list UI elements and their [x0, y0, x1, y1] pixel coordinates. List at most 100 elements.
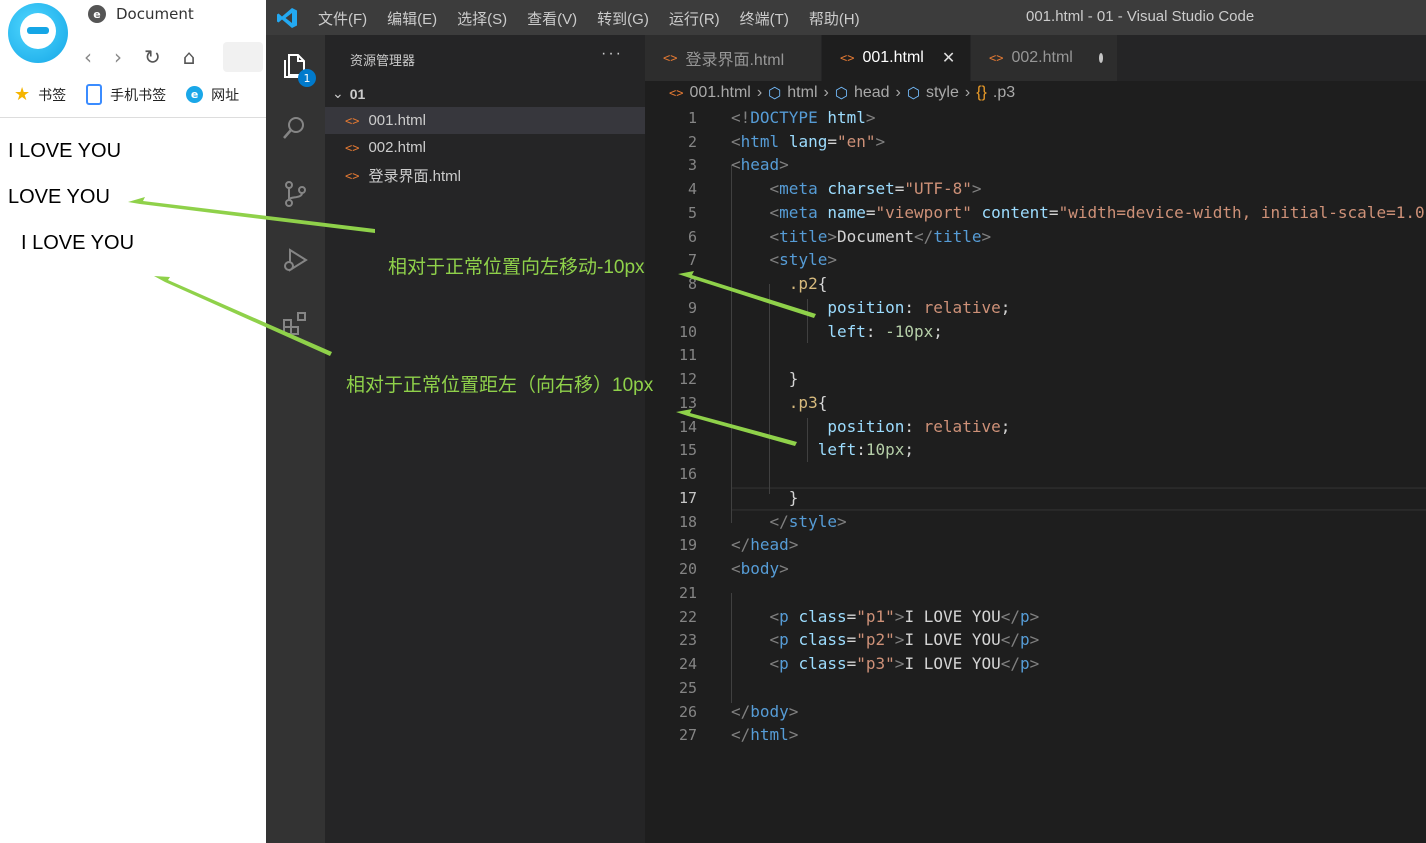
bookmark-label: 网址 — [211, 87, 240, 104]
paragraph-p2: LOVE YOU — [8, 186, 110, 208]
unsaved-dot-icon[interactable] — [1098, 53, 1103, 63]
bookmark-item[interactable]: e 网址 — [186, 85, 239, 105]
line-number: 11 — [678, 346, 697, 364]
menu-bar: 文件(F) 编辑(E) 选择(S) 查看(V) 转到(G) 运行(R) 终端(T… — [318, 8, 860, 29]
line-number: 4 — [687, 180, 697, 198]
browser-window: e Document ‹ › ↻ ⌂ ★ 书签 手机书签 e 网址 I LOVE… — [0, 0, 266, 843]
line-number: 5 — [687, 204, 697, 222]
menu-run[interactable]: 运行(R) — [669, 8, 720, 29]
source-control-icon[interactable] — [278, 177, 312, 211]
phone-icon — [86, 84, 103, 105]
paragraph-p3: I LOVE YOU — [21, 232, 135, 254]
menu-edit[interactable]: 编辑(E) — [387, 8, 437, 29]
line-number: 19 — [678, 536, 697, 554]
bookmark-label: 书签 — [38, 87, 67, 104]
chevron-right-icon: › — [756, 84, 763, 101]
explorer-icon[interactable]: 1 — [278, 49, 316, 87]
close-icon[interactable]: ✕ — [942, 48, 955, 68]
cube-icon: ⬡ — [834, 85, 848, 102]
file-item-002[interactable]: <> 002.html — [325, 134, 645, 161]
file-label: 002.html — [368, 139, 426, 156]
folder-label: 01 — [349, 85, 366, 102]
bookmarks-bar: ★ 书签 手机书签 e 网址 — [14, 84, 239, 105]
star-icon: ★ — [14, 84, 31, 105]
chevron-right-icon: › — [823, 84, 829, 101]
line-number: 8 — [687, 275, 697, 293]
tab-label: 001.html — [862, 49, 924, 66]
line-number: 26 — [678, 703, 697, 721]
breadcrumb-item[interactable]: .p3 — [993, 84, 1015, 102]
line-number: 10 — [678, 323, 697, 341]
activity-bar: 1 — [266, 35, 325, 843]
breadcrumb-item[interactable]: style — [926, 84, 959, 102]
line-number: 18 — [678, 513, 697, 531]
tab-001[interactable]: <> 001.html ✕ — [822, 35, 971, 81]
browser-tab-title: Document — [116, 5, 194, 23]
breadcrumb-item[interactable]: 001.html — [689, 84, 750, 102]
bookmark-item[interactable]: ★ 书签 — [14, 84, 66, 105]
tab-login[interactable]: <> 登录界面.html — [645, 35, 822, 81]
reload-icon[interactable]: ↻ — [144, 45, 161, 69]
browser-nav: ‹ › ↻ ⌂ — [84, 42, 264, 72]
file-item-login[interactable]: <> 登录界面.html — [325, 162, 645, 189]
menu-terminal[interactable]: 终端(T) — [740, 8, 789, 29]
line-number: 23 — [678, 631, 697, 649]
file-item-001[interactable]: <> 001.html — [325, 107, 645, 134]
breadcrumb-item[interactable]: html — [787, 84, 817, 102]
line-number: 1 — [687, 109, 697, 127]
browser-logo-icon — [8, 3, 68, 63]
divider — [0, 117, 266, 118]
menu-view[interactable]: 查看(V) — [527, 8, 577, 29]
file-label: 001.html — [368, 112, 426, 129]
html-file-icon: <> — [345, 168, 360, 183]
line-number: 2 — [687, 133, 697, 151]
address-bar[interactable] — [223, 42, 264, 72]
selector-icon: {} — [976, 84, 987, 101]
annotation-p2: 相对于正常位置向左移动-10px — [388, 257, 645, 278]
back-icon[interactable]: ‹ — [84, 45, 92, 69]
line-number: 21 — [678, 584, 697, 602]
line-number: 15 — [678, 441, 697, 459]
browser-tab[interactable]: e Document — [88, 4, 194, 24]
line-number: 16 — [678, 465, 697, 483]
folder-01[interactable]: ⌄ 01 — [332, 85, 365, 102]
line-number: 6 — [687, 228, 697, 246]
tab-002[interactable]: <> 002.html — [971, 35, 1118, 81]
annotation-p3: 相对于正常位置距左（向右移）10px — [346, 375, 654, 396]
tab-label: 002.html — [1011, 49, 1073, 66]
search-icon[interactable] — [278, 111, 312, 145]
line-number: 3 — [687, 156, 697, 174]
bookmark-item[interactable]: 手机书签 — [86, 84, 166, 105]
line-number: 24 — [678, 655, 697, 673]
current-line-highlight — [731, 487, 1426, 511]
editor-tabs: <> 登录界面.html <> 001.html ✕ <> 002.html — [645, 35, 1426, 81]
forward-icon[interactable]: › — [114, 45, 122, 69]
menu-go[interactable]: 转到(G) — [597, 8, 649, 29]
breadcrumb-item[interactable]: head — [854, 84, 890, 102]
bookmark-label: 手机书签 — [110, 87, 167, 104]
html-file-icon: <> — [840, 51, 855, 65]
code-editor[interactable]: 1 2 3 4 5 6 7 8 9 10 11 12 13 14 15 16 17 18 19 20 21 22 23 24 2… — [645, 105, 1426, 843]
extensions-icon[interactable] — [278, 307, 312, 341]
menu-help[interactable]: 帮助(H) — [809, 8, 860, 29]
line-number: 25 — [678, 679, 697, 697]
line-number: 22 — [678, 608, 697, 626]
line-number: 20 — [678, 560, 697, 578]
menu-file[interactable]: 文件(F) — [318, 8, 367, 29]
home-icon[interactable]: ⌂ — [183, 45, 196, 69]
chevron-right-icon: › — [964, 84, 971, 101]
explorer-header: 资源管理器 — [350, 53, 416, 68]
cube-icon: ⬡ — [906, 85, 920, 102]
file-label: 登录界面.html — [368, 168, 461, 185]
cube-icon: ⬡ — [768, 85, 782, 102]
tab-label: 登录界面.html — [685, 52, 785, 69]
html-file-icon: <> — [663, 51, 678, 65]
menu-selection[interactable]: 选择(S) — [457, 8, 507, 29]
paragraph-p1: I LOVE YOU — [8, 140, 122, 162]
vscode-window: 文件(F) 编辑(E) 选择(S) 查看(V) 转到(G) 运行(R) 终端(T… — [266, 0, 1426, 843]
more-actions-icon[interactable]: ··· — [601, 45, 623, 63]
line-number: 7 — [687, 251, 697, 269]
vscode-logo-icon — [277, 8, 297, 28]
html-file-icon: <> — [345, 113, 360, 128]
run-debug-icon[interactable] — [278, 243, 312, 277]
